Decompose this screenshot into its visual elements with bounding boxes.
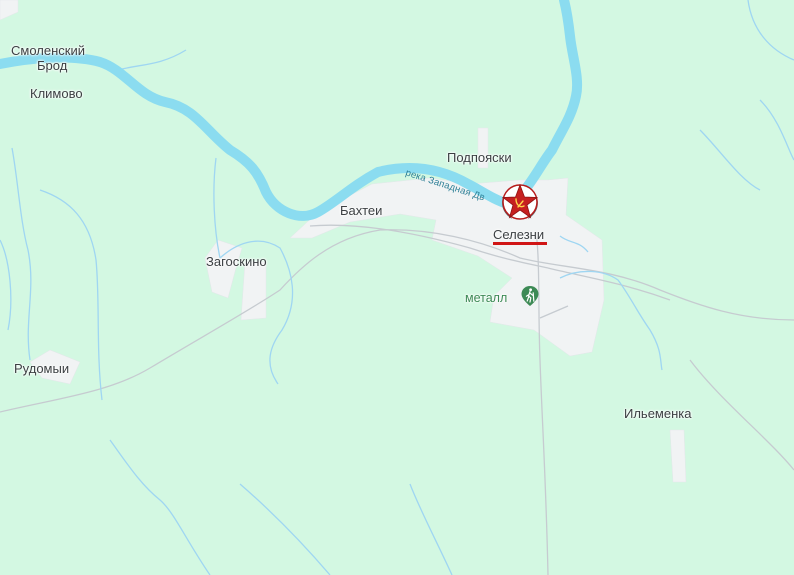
hiking-icon (521, 286, 539, 306)
place-label-rudomyi[interactable]: Рудомыи (14, 361, 69, 376)
place-label-podpoyaski[interactable]: Подпояски (447, 150, 512, 165)
place-label-klimovo[interactable]: Климово (30, 86, 83, 101)
place-label-line: Брод (37, 58, 68, 73)
place-label-selezni[interactable]: Селезни (493, 227, 544, 242)
red-star-wreath-icon (501, 183, 539, 220)
poi-label-metall[interactable]: металл (465, 291, 507, 306)
map-base: река Западная Дв (0, 0, 794, 575)
place-label-ilmenka[interactable]: Ильеменка (624, 406, 691, 421)
place-label-line: Смоленский (11, 43, 85, 58)
selected-place-marker[interactable] (498, 181, 542, 225)
place-label-bakhtei[interactable]: Бахтеи (340, 203, 382, 218)
place-label-zagoskino[interactable]: Загоскино (206, 254, 267, 269)
selected-place-underline (493, 242, 547, 245)
map-canvas[interactable]: река Западная Дв Смоленский Брод Климово… (0, 0, 794, 575)
place-label-smolensky-brod[interactable]: Смоленский Брод (11, 43, 85, 73)
poi-marker[interactable] (519, 285, 541, 307)
